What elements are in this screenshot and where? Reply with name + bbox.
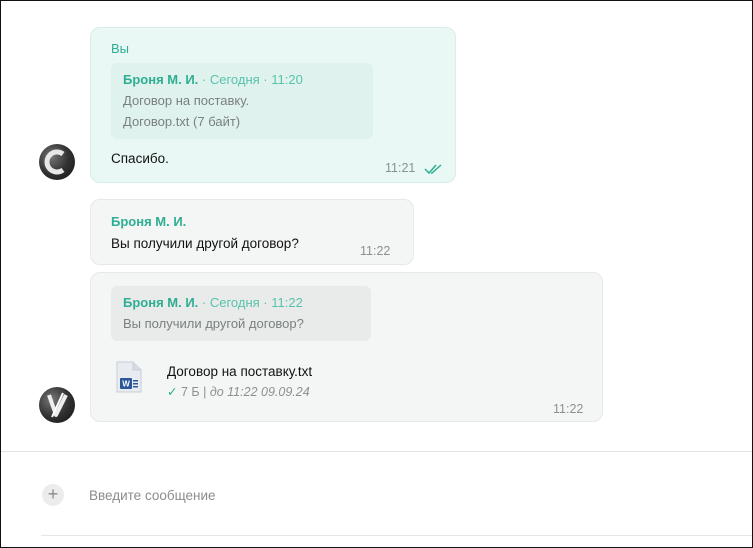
attachment-name[interactable]: Договор на поставку.txt: [167, 364, 312, 379]
message-time: 11:22: [553, 402, 584, 416]
quote-text-line: Договор.txt (7 байт): [123, 114, 241, 129]
plus-icon[interactable]: +: [42, 484, 64, 506]
attachment-meta: ✓ 7 Б | до 11:22 09.09.24: [167, 384, 310, 399]
message-bubble-incoming[interactable]: Броня М. И. Вы получили другой договор? …: [90, 199, 414, 265]
message-sender: Вы: [111, 41, 130, 56]
composer-underline: [41, 535, 752, 536]
quote-author: Броня М. И.: [123, 72, 199, 87]
quoted-message[interactable]: Броня М. И. · Сегодня · 11:20 Договор на…: [111, 63, 373, 139]
composer-divider: [1, 451, 752, 452]
avatar[interactable]: [39, 144, 75, 180]
message-sender: Броня М. И.: [111, 214, 187, 229]
message-text: Вы получили другой договор?: [111, 236, 299, 251]
message-text: Спасибо.: [111, 151, 169, 166]
quote-meta: · Сегодня · 11:20: [201, 72, 303, 87]
avatar[interactable]: [39, 387, 75, 423]
quote-header: Броня М. И. · Сегодня · 11:20: [123, 69, 361, 90]
quoted-message[interactable]: Броня М. И. · Сегодня · 11:22 Вы получил…: [111, 286, 371, 341]
message-bubble-outgoing[interactable]: Вы Броня М. И. · Сегодня · 11:20 Договор…: [90, 27, 456, 183]
message-time: 11:21: [385, 161, 416, 175]
attachment-separator: |: [203, 385, 207, 399]
message-time: 11:22: [360, 244, 391, 258]
quote-meta: · Сегодня · 11:22: [201, 295, 303, 310]
attachment-expiry: до 11:22 09.09.24: [209, 385, 310, 399]
quote-author: Броня М. И.: [123, 295, 199, 310]
attachment-size: 7 Б: [180, 385, 200, 399]
quote-header: Броня М. И. · Сегодня · 11:22: [123, 292, 359, 313]
message-input[interactable]: [89, 483, 689, 507]
chat-window: Вы Броня М. И. · Сегодня · 11:20 Договор…: [0, 0, 753, 548]
svg-text:W: W: [122, 380, 130, 389]
message-bubble-incoming[interactable]: Броня М. И. · Сегодня · 11:22 Вы получил…: [90, 272, 603, 422]
double-check-icon: [424, 164, 442, 175]
check-icon: ✓: [167, 385, 178, 399]
quote-text-line: Вы получили другой договор?: [123, 316, 304, 331]
word-document-icon[interactable]: W: [116, 361, 142, 393]
quote-text-line: Договор на поставку.: [123, 93, 250, 108]
